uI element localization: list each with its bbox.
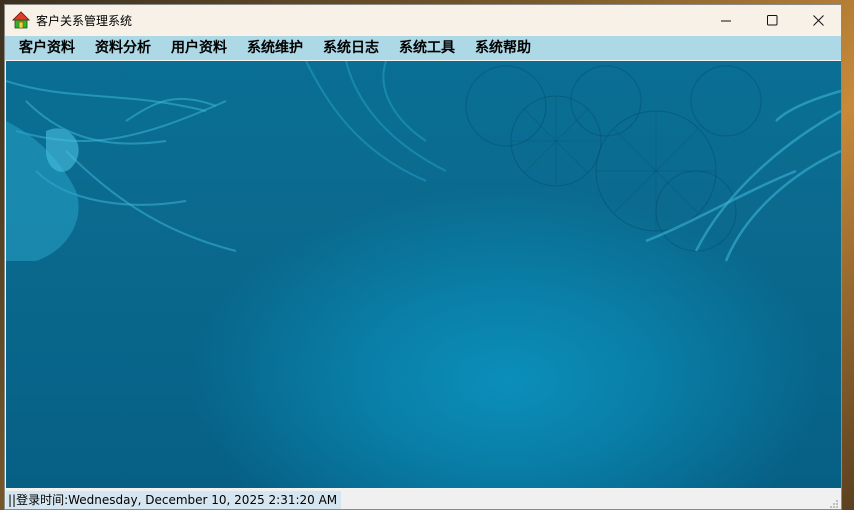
minimize-button[interactable]: [703, 5, 749, 35]
menu-item-system-maintenance[interactable]: 系统维护: [237, 36, 313, 60]
maximize-icon: [766, 14, 777, 25]
window-controls: [703, 5, 841, 35]
close-icon: [812, 14, 824, 26]
menu-bar: 客户资料 资料分析 用户资料 系统维护 系统日志 系统工具 系统帮助: [5, 36, 841, 60]
menu-item-system-log[interactable]: 系统日志: [313, 36, 389, 60]
login-time-status: ||登录时间:Wednesday, December 10, 2025 2:31…: [6, 491, 342, 509]
house-icon: [12, 11, 30, 29]
close-button[interactable]: [795, 5, 841, 35]
decorative-swirls: [6, 61, 841, 262]
menu-item-user-info[interactable]: 用户资料: [161, 36, 237, 60]
menu-item-system-help[interactable]: 系统帮助: [465, 36, 541, 60]
status-bar: ||登录时间:Wednesday, December 10, 2025 2:31…: [5, 489, 841, 509]
menu-item-system-tools[interactable]: 系统工具: [389, 36, 465, 60]
maximize-button[interactable]: [749, 5, 795, 35]
window-title: 客户关系管理系统: [36, 13, 133, 28]
menu-item-data-analysis[interactable]: 资料分析: [85, 36, 161, 60]
minimize-icon: [720, 20, 731, 21]
main-window: 客户关系管理系统 客户资料 资料分析 用户资料 系统维护 系统日志 系统工具 系…: [4, 4, 842, 510]
resize-grip-icon[interactable]: [829, 499, 839, 509]
background-image: [6, 61, 841, 488]
menu-item-customer-info[interactable]: 客户资料: [9, 36, 85, 60]
title-bar[interactable]: 客户关系管理系统: [5, 5, 841, 35]
